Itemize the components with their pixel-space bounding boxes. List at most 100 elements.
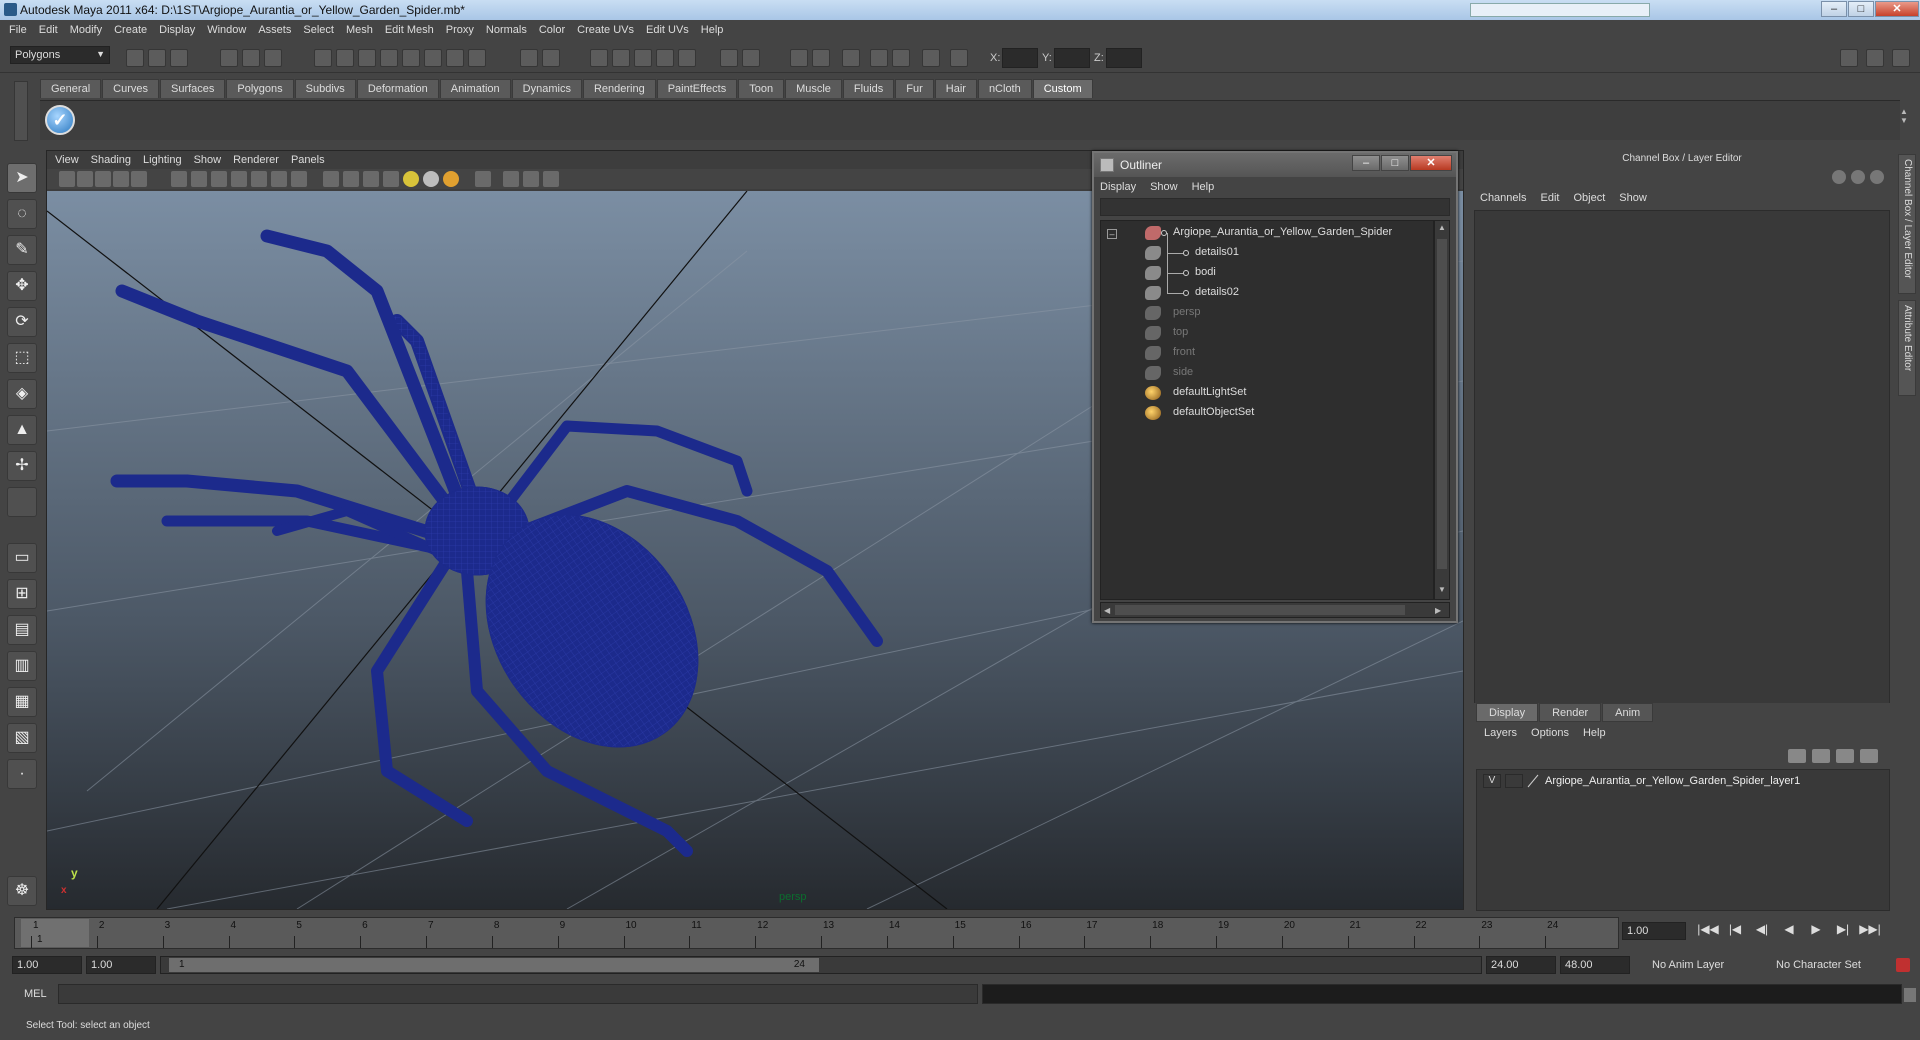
lock-selection-icon[interactable] (520, 49, 538, 67)
viewport-menu-show[interactable]: Show (194, 151, 230, 169)
menu-edit-uvs[interactable]: Edit UVs (641, 20, 696, 41)
select-by-hierarchy-icon[interactable] (220, 49, 238, 67)
safe-title-icon[interactable] (291, 171, 307, 187)
image-plane-icon[interactable] (113, 171, 129, 187)
textured-icon[interactable] (383, 171, 399, 187)
single-pane-layout-icon[interactable]: ▭ (7, 543, 37, 573)
outliner-item[interactable]: details02 (1101, 273, 1435, 303)
tab-muscle[interactable]: Muscle (785, 79, 842, 98)
render-settings-icon[interactable] (842, 49, 860, 67)
script-editor-icon[interactable] (1904, 988, 1916, 1002)
xray-icon[interactable] (503, 171, 519, 187)
layer-tab-anim[interactable]: Anim (1602, 703, 1654, 722)
outliner-item[interactable]: defaultLightSet (1101, 383, 1435, 403)
outliner-item[interactable]: – Argiope_Aurantia_or_Yellow_Garden_Spid… (1101, 223, 1435, 243)
menu-mesh[interactable]: Mesh (341, 20, 380, 41)
outliner-minimize-button[interactable]: – (1352, 155, 1380, 171)
snap-grid-icon[interactable] (590, 49, 608, 67)
x-field[interactable] (1002, 48, 1038, 68)
history-off-icon[interactable] (742, 49, 760, 67)
layer-row[interactable]: V Argiope_Aurantia_or_Yellow_Garden_Spid… (1479, 772, 1887, 790)
collapse-icon[interactable]: – (1107, 229, 1117, 239)
outliner-title-bar[interactable]: Outliner – □ ✕ (1094, 153, 1456, 177)
menu-modify[interactable]: Modify (65, 20, 109, 41)
animation-start-field[interactable]: 1.00 (12, 956, 82, 974)
character-set-dropdown[interactable]: No Character Set (1772, 956, 1892, 974)
tab-subdivs[interactable]: Subdivs (294, 79, 356, 98)
pick-misc-icon[interactable] (468, 49, 486, 67)
history-icon[interactable] (720, 49, 738, 67)
scroll-up-icon[interactable]: ▲ (1438, 223, 1446, 232)
render-view-icon[interactable] (892, 49, 910, 67)
quick-layout-icon[interactable]: ☸ (7, 876, 37, 906)
save-scene-icon[interactable] (170, 49, 188, 67)
pick-deform-icon[interactable] (402, 49, 420, 67)
pick-curve-icon[interactable] (358, 49, 376, 67)
outliner-menu-display[interactable]: Display (1100, 181, 1136, 193)
toggle-attribute-editor-icon[interactable] (1840, 49, 1858, 67)
playback-end-field[interactable]: 24.00 (1486, 956, 1556, 974)
menu-display[interactable]: Display (154, 20, 202, 41)
ipr-render-icon[interactable] (812, 49, 830, 67)
graph-persp-layout-icon[interactable]: ▥ (7, 651, 37, 681)
pick-render-icon[interactable] (446, 49, 464, 67)
menu-set-dropdown[interactable]: Polygons ▼ (10, 46, 110, 64)
channel-menu-channels[interactable]: Channels (1480, 192, 1526, 204)
close-button[interactable]: ✕ (1875, 1, 1919, 17)
scale-tool-icon[interactable]: ⬚ (7, 343, 37, 373)
tab-ncloth[interactable]: nCloth (977, 79, 1032, 98)
pick-dynamics-icon[interactable] (424, 49, 442, 67)
layer-color-swatch[interactable] (1527, 774, 1539, 788)
resolution-gate-icon[interactable] (211, 171, 227, 187)
minimize-button[interactable]: – (1821, 1, 1847, 17)
new-layer-icon[interactable] (1836, 749, 1854, 763)
outliner-window[interactable]: Outliner – □ ✕ Display Show Help – Argio… (1092, 151, 1458, 623)
outliner-item[interactable]: side (1101, 363, 1435, 383)
menu-color[interactable]: Color (534, 20, 572, 41)
layer-menu-layers[interactable]: Layers (1484, 727, 1517, 739)
film-gate-icon[interactable] (191, 171, 207, 187)
move-layer-up-icon[interactable] (1788, 749, 1806, 763)
step-forward-frame-button[interactable]: ▶| (1831, 922, 1855, 940)
tab-curves[interactable]: Curves (102, 79, 159, 98)
time-slider[interactable]: 1 1 2 3 4 5 6 7 8 9 10 11 12 13 14 15 16 17 18 19 20 21 22 23 2… (14, 917, 1619, 949)
tab-surfaces[interactable]: Surfaces (159, 79, 226, 98)
two-d-pan-zoom-icon[interactable] (131, 171, 147, 187)
outliner-menu-show[interactable]: Show (1150, 181, 1178, 193)
move-tool-icon[interactable]: ✥ (7, 271, 37, 301)
hypershade-persp-layout-icon[interactable]: ▦ (7, 687, 37, 717)
current-frame-field[interactable]: 1.00 (1622, 922, 1686, 940)
grid-icon[interactable] (171, 171, 187, 187)
channel-menu-object[interactable]: Object (1573, 192, 1605, 204)
mel-label[interactable]: MEL (24, 988, 47, 1000)
scrollbar-thumb[interactable] (1115, 605, 1405, 615)
highlight-selection-icon[interactable] (542, 49, 560, 67)
layer-menu-help[interactable]: Help (1583, 727, 1606, 739)
layer-tab-render[interactable]: Render (1539, 703, 1602, 722)
outliner-item[interactable]: defaultObjectSet (1101, 403, 1435, 423)
menu-select[interactable]: Select (298, 20, 341, 41)
all-lights-icon[interactable] (423, 171, 439, 187)
shelf-scroll-icon[interactable]: ▲ ▼ (1900, 107, 1912, 137)
layer-menu-options[interactable]: Options (1531, 727, 1569, 739)
viewport-menu-renderer[interactable]: Renderer (233, 151, 287, 169)
open-scene-icon[interactable] (148, 49, 166, 67)
mel-command-input[interactable] (58, 984, 978, 1004)
go-to-start-button[interactable]: |◀◀ (1696, 922, 1720, 940)
last-tool-icon[interactable] (7, 487, 37, 517)
scrollbar-thumb[interactable] (1437, 239, 1447, 569)
playback-start-field[interactable]: 1.00 (86, 956, 156, 974)
snap-plane-icon[interactable] (656, 49, 674, 67)
tab-dynamics[interactable]: Dynamics (511, 79, 582, 98)
outliner-item[interactable]: details01 (1101, 233, 1435, 263)
menu-edit-mesh[interactable]: Edit Mesh (380, 20, 441, 41)
snap-live-icon[interactable] (678, 49, 696, 67)
outliner-menu-help[interactable]: Help (1192, 181, 1215, 193)
move-layer-down-icon[interactable] (1812, 749, 1830, 763)
outliner-persp-layout-icon[interactable]: ▤ (7, 615, 37, 645)
viewport-menu-panels[interactable]: Panels (291, 151, 333, 169)
persp-graph-layout-icon[interactable]: ▧ (7, 723, 37, 753)
hypershade-icon[interactable] (870, 49, 888, 67)
lasso-tool-icon[interactable]: ◌ (7, 199, 37, 229)
shelf-menu-handle[interactable] (14, 81, 28, 141)
